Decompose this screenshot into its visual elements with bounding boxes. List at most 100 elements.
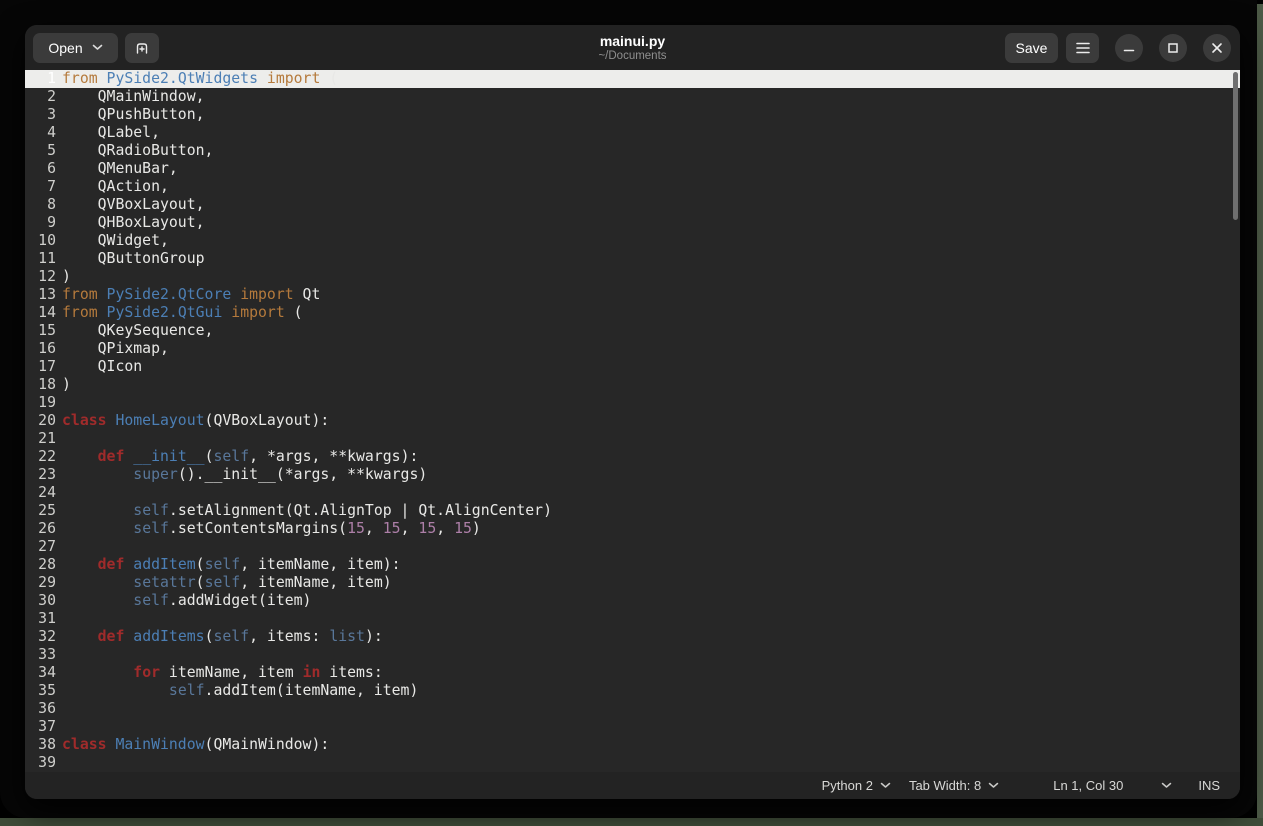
menu-button[interactable] xyxy=(1066,32,1099,63)
tab-width-selector[interactable]: Tab Width: 8 xyxy=(909,778,999,793)
save-button[interactable]: Save xyxy=(1005,32,1058,63)
code-token: QMainWindow, xyxy=(62,88,205,105)
code-text: def addItem(self, itemName, item): xyxy=(56,556,401,574)
code-token: self xyxy=(168,682,205,699)
code-token: setattr xyxy=(133,574,196,591)
language-label: Python 2 xyxy=(821,778,873,793)
line-number: 13 xyxy=(38,286,56,303)
code-text: super().__init__(*args, **kwargs) xyxy=(56,466,427,484)
chevron-down-icon xyxy=(1162,782,1172,788)
code-lines: 1 from PySide2.QtWidgets import (2 QMainW… xyxy=(25,70,1240,772)
code-token: QMenuBar, xyxy=(62,160,178,177)
code-text: QButtonGroup xyxy=(56,250,205,268)
language-selector[interactable]: Python 2 xyxy=(822,778,891,793)
code-text: QWidget, xyxy=(56,232,169,250)
code-text: QRadioButton, xyxy=(56,142,214,160)
cursor-position[interactable]: Ln 1, Col 30 xyxy=(1053,778,1123,793)
code-text: for itemName, item in items: xyxy=(56,664,382,682)
code-line: 16 QPixmap, xyxy=(25,340,1240,358)
editor-area[interactable]: 1 from PySide2.QtWidgets import (2 QMainW… xyxy=(25,70,1240,772)
code-token: QPushButton, xyxy=(62,106,205,123)
code-line: 34 for itemName, item in items: xyxy=(25,664,1240,682)
code-line: 19 xyxy=(25,394,1240,412)
code-token: ) xyxy=(62,268,71,285)
close-button[interactable] xyxy=(1203,33,1231,62)
code-token: QHBoxLayout, xyxy=(62,214,205,231)
code-token: HomeLayout xyxy=(115,412,205,429)
line-number: 23 xyxy=(38,466,56,483)
code-text: QHBoxLayout, xyxy=(56,214,205,232)
hamburger-icon xyxy=(1075,42,1090,53)
header-bar: Open mainui.py ~/Documents Save xyxy=(25,25,1240,70)
code-token: self xyxy=(204,574,241,591)
code-line: 29 setattr(self, itemName, item) xyxy=(25,574,1240,592)
code-line: 9 QHBoxLayout, xyxy=(25,214,1240,232)
line-number: 5 xyxy=(47,142,56,159)
code-text: class MainWindow(QMainWindow): xyxy=(56,736,329,754)
chevron-down-icon xyxy=(988,782,999,788)
line-number: 29 xyxy=(38,574,56,591)
code-token: PySide2.QtCore xyxy=(106,286,232,303)
code-line: 24 xyxy=(25,484,1240,502)
code-text: ) xyxy=(56,376,71,394)
line-number: 10 xyxy=(38,232,56,249)
code-line: 25 self.setAlignment(Qt.AlignTop | Qt.Al… xyxy=(25,502,1240,520)
code-line: 37 xyxy=(25,718,1240,736)
code-token: class xyxy=(62,412,116,429)
new-tab-button[interactable] xyxy=(125,32,159,63)
scrollbar-thumb[interactable] xyxy=(1233,72,1238,220)
code-line: 35 self.addItem(itemName, item) xyxy=(25,682,1240,700)
code-token: .addItem(itemName, item) xyxy=(204,682,419,699)
code-token: self xyxy=(213,448,250,465)
code-token: (QMainWindow): xyxy=(204,736,330,753)
code-line: 18) xyxy=(25,376,1240,394)
text-editor-window: Open mainui.py ~/Documents Save 1 from P… xyxy=(25,25,1240,799)
minimize-button[interactable] xyxy=(1115,33,1143,62)
code-text: QLabel, xyxy=(56,124,160,142)
code-token: QLabel, xyxy=(62,124,160,141)
line-number: 32 xyxy=(38,628,56,645)
code-text: self.setContentsMargins(15, 15, 15, 15) xyxy=(56,520,481,538)
code-token: ) xyxy=(471,520,481,537)
chevron-down-icon xyxy=(880,782,891,788)
code-line: 6 QMenuBar, xyxy=(25,160,1240,178)
goto-line-dropdown[interactable] xyxy=(1161,782,1172,789)
line-number: 16 xyxy=(38,340,56,357)
line-number: 27 xyxy=(38,538,56,555)
code-token: PySide2.QtWidgets xyxy=(106,70,258,87)
code-text: def __init__(self, *args, **kwargs): xyxy=(56,448,419,466)
code-line: 26 self.setContentsMargins(15, 15, 15, 1… xyxy=(25,520,1240,538)
code-text: self.addItem(itemName, item) xyxy=(56,682,418,700)
open-button[interactable]: Open xyxy=(33,32,118,63)
line-number: 2 xyxy=(47,88,56,105)
maximize-button[interactable] xyxy=(1159,33,1187,62)
code-line: 22 def __init__(self, *args, **kwargs): xyxy=(25,448,1240,466)
line-number: 21 xyxy=(38,430,56,447)
line-number: 26 xyxy=(38,520,56,537)
code-token: self xyxy=(133,502,169,519)
code-token: ( xyxy=(195,574,205,591)
line-number: 37 xyxy=(38,718,56,735)
code-line: 1 from PySide2.QtWidgets import ( xyxy=(25,70,1240,88)
code-token: , itemName, item) xyxy=(240,574,392,591)
code-token: ( xyxy=(195,556,205,573)
code-token: def xyxy=(97,628,134,645)
code-line: 36 xyxy=(25,700,1240,718)
code-line: 13 from PySide2.QtCore import Qt xyxy=(25,286,1240,304)
code-line: 11 QButtonGroup xyxy=(25,250,1240,268)
code-line: 7 QAction, xyxy=(25,178,1240,196)
line-number: 12 xyxy=(38,268,56,285)
insert-mode-indicator[interactable]: INS xyxy=(1198,778,1220,793)
code-token: import xyxy=(266,70,321,87)
